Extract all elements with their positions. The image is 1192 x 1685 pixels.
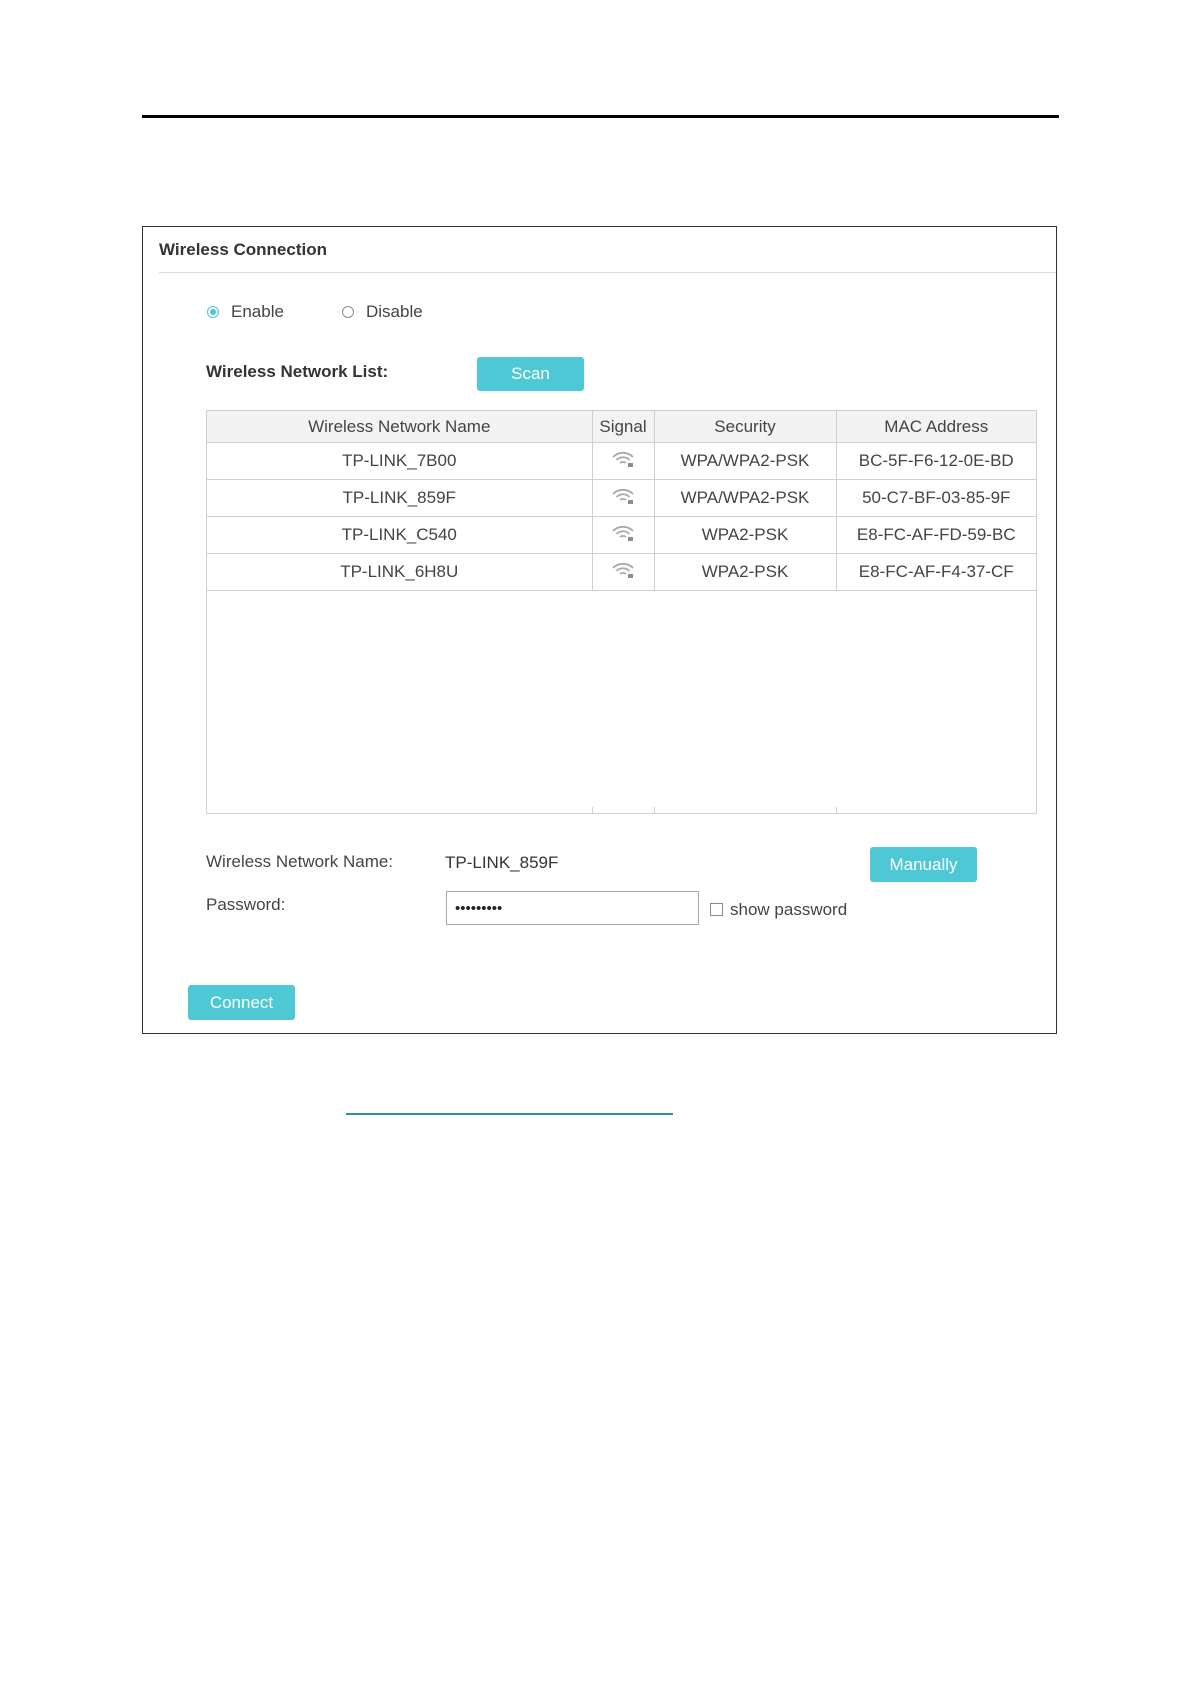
wifi-signal-icon xyxy=(612,451,634,467)
column-header-mac: MAC Address xyxy=(836,411,1036,443)
column-header-security: Security xyxy=(654,411,837,443)
disable-radio[interactable] xyxy=(342,306,354,318)
security-cell: WPA2-PSK xyxy=(654,553,837,591)
enable-radio[interactable] xyxy=(207,306,219,318)
scan-button[interactable]: Scan xyxy=(477,357,584,391)
network-name-cell: TP-LINK_859F xyxy=(207,479,593,517)
disable-label: Disable xyxy=(366,302,423,321)
panel-title: Wireless Connection xyxy=(159,240,327,259)
table-row[interactable]: TP-LINK_C540 WPA2-PSK E8-FC-AF-FD-59-BC xyxy=(207,516,1036,554)
table-row[interactable]: TP-LINK_6H8U WPA2-PSK E8-FC-AF-F4-37-CF xyxy=(207,553,1036,591)
network-name-label: Wireless Network Name: xyxy=(206,852,394,871)
table-row[interactable]: TP-LINK_859F WPA/WPA2-PSK 50-C7-BF-03-85… xyxy=(207,479,1036,517)
wireless-network-list-label: Wireless Network List: xyxy=(206,362,389,381)
enable-label: Enable xyxy=(231,302,284,321)
mac-address-cell: E8-FC-AF-F4-37-CF xyxy=(836,553,1036,591)
password-field[interactable] xyxy=(446,891,699,925)
wifi-signal-icon xyxy=(612,525,634,541)
link-underline xyxy=(346,1113,673,1115)
network-name-cell: TP-LINK_6H8U xyxy=(207,553,593,591)
network-name-cell: TP-LINK_C540 xyxy=(207,516,593,554)
column-divider xyxy=(654,807,655,813)
mac-address-cell: E8-FC-AF-FD-59-BC xyxy=(836,516,1036,554)
security-cell: WPA/WPA2-PSK xyxy=(654,479,837,517)
column-divider xyxy=(592,807,593,813)
show-password-checkbox[interactable] xyxy=(710,903,723,916)
wifi-signal-icon xyxy=(612,562,634,578)
network-name-value: TP-LINK_859F xyxy=(445,853,559,872)
table-row[interactable]: TP-LINK_7B00 WPA/WPA2-PSK BC-5F-F6-12-0E… xyxy=(207,442,1036,480)
security-cell: WPA2-PSK xyxy=(654,516,837,554)
mac-address-cell: 50-C7-BF-03-85-9F xyxy=(836,479,1036,517)
mac-address-cell: BC-5F-F6-12-0E-BD xyxy=(836,442,1036,480)
password-label: Password: xyxy=(206,895,286,914)
manually-button[interactable]: Manually xyxy=(870,847,977,882)
column-header-signal: Signal xyxy=(592,411,655,443)
network-name-cell: TP-LINK_7B00 xyxy=(207,442,593,480)
enable-radio-option[interactable]: Enable xyxy=(207,302,284,322)
panel-divider xyxy=(159,272,1056,273)
security-cell: WPA/WPA2-PSK xyxy=(654,442,837,480)
disable-radio-option[interactable]: Disable xyxy=(342,302,423,322)
column-header-name: Wireless Network Name xyxy=(207,411,593,443)
column-divider xyxy=(836,807,837,813)
table-header-row: Wireless Network Name Signal Security MA… xyxy=(207,411,1036,443)
wireless-connection-panel: Wireless Connection Enable Disable Wirel… xyxy=(142,226,1057,1034)
connect-button[interactable]: Connect xyxy=(188,985,295,1020)
show-password-label: show password xyxy=(730,900,848,919)
page-header-rule xyxy=(142,115,1059,118)
wireless-network-table: Wireless Network Name Signal Security MA… xyxy=(206,410,1037,814)
wifi-signal-icon xyxy=(612,488,634,504)
